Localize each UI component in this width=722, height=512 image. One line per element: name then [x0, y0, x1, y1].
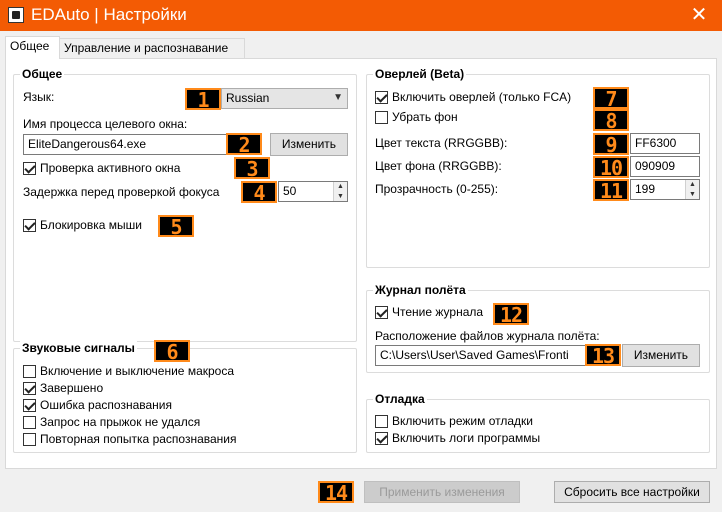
change-journal-button[interactable]: Изменить	[622, 344, 700, 367]
opacity-label: Прозрачность (0-255):	[375, 182, 499, 196]
tab-general[interactable]: Общее	[5, 36, 60, 59]
logs-label: Включить логи программы	[392, 431, 541, 445]
process-input[interactable]: EliteDangerous64.exe	[23, 134, 228, 155]
general-legend: Общее	[20, 67, 65, 81]
marker-8: 8	[593, 109, 629, 131]
reset-settings-button[interactable]: Сбросить все настройки	[554, 481, 710, 503]
mouse-lock-label: Блокировка мыши	[40, 218, 142, 232]
active-window-checkbox[interactable]	[23, 162, 36, 175]
marker-13: 13	[585, 344, 621, 366]
sound-retry-label: Повторная попытка распознавания	[40, 432, 237, 446]
stepper-arrows-icon[interactable]: ▲ ▼	[685, 180, 699, 199]
close-icon[interactable]: ✕	[676, 0, 722, 31]
overlay-enable-checkbox[interactable]	[375, 91, 388, 104]
opacity-value: 199	[635, 182, 656, 196]
window-title: EDAuto | Настройки	[31, 5, 187, 24]
overlay-group: Оверлей (Beta) Включить оверлей (только …	[366, 67, 710, 268]
hide-bg-label: Убрать фон	[392, 110, 458, 124]
text-color-label: Цвет текста (RRGGBB):	[375, 136, 508, 150]
sound-retry-checkbox[interactable]	[23, 433, 36, 446]
journal-read-label: Чтение журнала	[392, 305, 484, 319]
tab-control-recognition[interactable]: Управление и распознавание	[59, 38, 245, 59]
mouse-lock-checkbox[interactable]	[23, 219, 36, 232]
journal-read-checkbox[interactable]	[375, 306, 388, 319]
marker-1: 1	[185, 88, 221, 110]
focus-delay-stepper[interactable]: 50 ▲ ▼	[278, 181, 348, 202]
general-group: Общее Язык: 1 Russian ▼ Имя процесса цел…	[13, 67, 357, 342]
marker-7: 7	[593, 87, 629, 109]
sound-complete-checkbox[interactable]	[23, 382, 36, 395]
text-color-input[interactable]: FF6300	[630, 133, 700, 154]
marker-14: 14	[318, 481, 354, 503]
bg-color-input[interactable]: 090909	[630, 156, 700, 177]
bg-color-label: Цвет фона (RRGGBB):	[375, 159, 502, 173]
marker-10: 10	[593, 156, 629, 178]
sound-jump-failed-checkbox[interactable]	[23, 416, 36, 429]
debug-mode-checkbox[interactable]	[375, 415, 388, 428]
active-window-label: Проверка активного окна	[40, 161, 181, 175]
language-label: Язык:	[23, 90, 55, 104]
sound-error-checkbox[interactable]	[23, 399, 36, 412]
hide-bg-checkbox[interactable]	[375, 111, 388, 124]
journal-group: Журнал полёта Чтение журнала 12 Располож…	[366, 283, 710, 373]
change-process-button[interactable]: Изменить	[270, 133, 348, 156]
process-label: Имя процесса целевого окна:	[23, 117, 188, 131]
marker-11: 11	[593, 179, 629, 201]
language-select[interactable]: Russian ▼	[221, 88, 348, 109]
journal-location-label: Расположение файлов журнала полёта:	[375, 329, 600, 343]
marker-3: 3	[234, 157, 270, 179]
debug-mode-label: Включить режим отладки	[392, 414, 533, 428]
chevron-down-icon: ▼	[333, 92, 343, 103]
app-icon	[8, 7, 24, 23]
marker-12: 12	[493, 303, 529, 325]
marker-9: 9	[593, 133, 629, 155]
opacity-stepper[interactable]: 199 ▲ ▼	[630, 179, 700, 200]
marker-5: 5	[158, 215, 194, 237]
sound-jump-failed-label: Запрос на прыжок не удался	[40, 415, 201, 429]
debug-legend: Отладка	[373, 392, 427, 406]
logs-checkbox[interactable]	[375, 432, 388, 445]
stepper-arrows-icon[interactable]: ▲ ▼	[333, 182, 347, 201]
marker-2: 2	[226, 133, 262, 155]
marker-6: 6	[154, 340, 190, 362]
sound-complete-label: Завершено	[40, 381, 104, 395]
sound-error-label: Ошибка распознавания	[40, 398, 172, 412]
journal-location-input[interactable]: C:\Users\User\Saved Games\Fronti	[375, 345, 587, 366]
language-select-value: Russian	[226, 91, 270, 105]
focus-delay-value: 50	[283, 184, 297, 198]
marker-4: 4	[241, 181, 277, 203]
sound-toggle-label: Включение и выключение макроса	[40, 364, 235, 378]
sounds-group: Звуковые сигналы 6 Включение и выключени…	[13, 340, 357, 453]
title-bar: EDAuto | Настройки ✕	[0, 0, 722, 31]
apply-changes-button[interactable]: Применить изменения	[364, 481, 520, 503]
focus-delay-label: Задержка перед проверкой фокуса	[23, 185, 220, 199]
tab-panel: Общее Язык: 1 Russian ▼ Имя процесса цел…	[5, 58, 717, 469]
overlay-enable-label: Включить оверлей (только FCA)	[392, 90, 572, 104]
journal-legend: Журнал полёта	[373, 283, 468, 297]
sounds-legend: Звуковые сигналы	[20, 341, 137, 355]
sound-toggle-checkbox[interactable]	[23, 365, 36, 378]
overlay-legend: Оверлей (Beta)	[373, 67, 467, 81]
debug-group: Отладка Включить режим отладки Включить …	[366, 392, 710, 453]
